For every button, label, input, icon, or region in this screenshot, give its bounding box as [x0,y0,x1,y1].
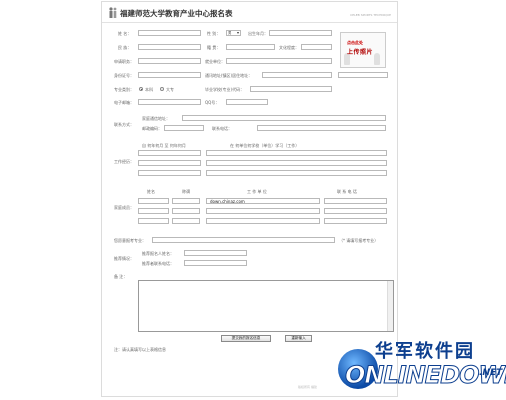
work-place-input-2[interactable] [206,160,387,166]
major-label: 专业类别： [114,87,134,92]
work-head-period: 自 何年何月 至 何年何月 [142,143,186,148]
title-bar: 福建师范大学教育产业中心报名表 CELEB SPORTS TECHNIQUE [102,2,397,23]
current-addr-label: 通讯地址(镇区)居住地址： [205,73,253,78]
mobile-input[interactable] [257,125,386,131]
employer-label: 就业单位： [205,59,225,64]
reset-button[interactable]: 重新输入 [285,335,312,342]
qq-input[interactable] [226,99,268,105]
grad-school-input[interactable] [250,86,332,92]
family-phone-input-2[interactable] [324,208,387,214]
postcode-label: 邮政编码： [142,126,162,131]
id-number-label: 身份证号： [114,73,134,78]
family-name-input-3[interactable] [138,218,169,224]
submit-button[interactable]: 提交我的报名信息 [221,335,271,342]
id-number-input[interactable] [138,72,201,78]
work-place-input-1[interactable] [206,150,387,156]
education-input[interactable] [301,44,332,50]
major-radio-b-label: 大专 [166,87,174,92]
education-label: 文化程度： [279,45,299,50]
grad-school-label: 毕业学校(专业)代码： [205,87,245,92]
copyright: 版权所有 福建 [298,385,317,389]
expect-label: 您愿意报考专业： [114,238,146,243]
family-employer-input-2[interactable] [206,208,320,214]
ref-contact-input[interactable] [184,260,247,266]
email-input[interactable] [138,99,201,105]
contact-addr-label: 家庭通信地址： [142,116,170,121]
current-addr-input[interactable] [262,72,332,78]
photo-hint: 点击此处 [347,40,363,45]
expect-note: （* 请填写报考专业） [339,238,379,243]
family-name-input-1[interactable] [138,198,169,204]
notes-scrollbar[interactable] [387,281,393,331]
ref-contact-label: 推荐者联系电话： [142,261,174,266]
work-section-label: 工作经历： [114,159,134,164]
photo-upload[interactable]: 点击此处 上传照片 [340,32,386,68]
watermark-text: down.chinaz.com [210,199,245,204]
logo-net-text: .NET [479,368,503,378]
postcode-input[interactable] [164,125,204,131]
photo-upload-label: 上传照片 [347,49,374,56]
family-relation-input-2[interactable] [172,208,200,214]
native-input[interactable] [226,44,275,50]
family-relation-input-1[interactable] [172,198,200,204]
family-section-label: 家庭成员： [114,205,134,210]
contact-section-label: 联系方式： [114,122,134,127]
family-relation-input-3[interactable] [172,218,200,224]
work-period-input-1[interactable] [138,150,201,156]
logo-cn-text: 华军软件园 [375,341,475,362]
family-head-employer: 工 作 单 位 [247,189,267,194]
work-period-input-2[interactable] [138,160,201,166]
apply-post-input[interactable] [138,58,201,64]
family-phone-input-3[interactable] [324,218,387,224]
qq-label: QQ号： [205,100,220,105]
name-input[interactable] [138,30,201,36]
birth-label: 出生年月： [248,31,268,36]
apply-post-label: 申请职务： [114,59,134,64]
referral-label: 推荐情况： [114,256,134,261]
family-phone-input-1[interactable] [324,198,387,204]
name-label: 姓 名： [118,31,132,36]
family-employer-input-3[interactable] [206,218,320,224]
footer-note: 注：请认真填写以上表格信息 [114,347,166,352]
title-caption: CELEB SPORTS TECHNIQUE [350,13,391,17]
birth-input[interactable] [269,30,332,36]
ethnicity-label: 民 族： [118,45,132,50]
contact-addr-input[interactable] [182,115,386,121]
work-period-input-3[interactable] [138,170,201,176]
onlinedown-watermark-logo: 华军软件园 ONLINEDOWN .NET [331,331,506,400]
family-head-phone: 联 系 电 话 [337,189,357,194]
page-title: 福建师范大学教育产业中心报名表 [120,9,233,18]
notes-textarea[interactable] [138,280,394,332]
current-addr-extra-input[interactable] [338,72,388,78]
major-radio-b[interactable] [160,87,164,91]
mobile-label: 联系电话： [212,126,232,131]
work-place-input-3[interactable] [206,170,387,176]
work-head-place: 在 何单位何学校（单位）学习（工作） [230,143,300,148]
gender-label: 性 别： [207,31,221,36]
email-label: 电子邮箱： [114,100,134,105]
family-head-name: 姓名 [147,189,155,194]
person-silhouette [374,53,380,65]
notes-label: 备 注： [114,274,128,279]
expect-input[interactable] [152,237,335,243]
family-head-relation: 称谓 [182,189,190,194]
major-radio-a-label: 本科 [145,87,153,92]
gender-select[interactable]: 男 [226,30,241,36]
ethnicity-input[interactable] [138,44,201,50]
employer-input[interactable] [226,58,332,64]
logo-icon [109,7,117,18]
ref-person-label: 推荐报名人姓名： [142,251,174,256]
ref-person-input[interactable] [184,250,247,256]
native-label: 籍 贯： [207,45,221,50]
major-radio-a[interactable] [139,87,143,91]
family-name-input-2[interactable] [138,208,169,214]
